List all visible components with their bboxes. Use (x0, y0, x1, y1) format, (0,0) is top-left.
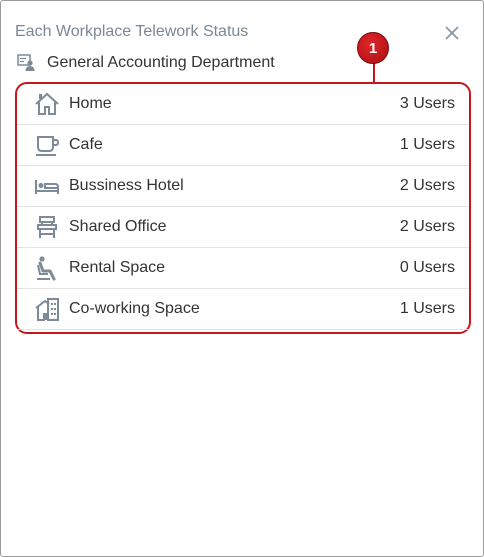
user-count: 2 Users (399, 177, 455, 194)
coworking-building-icon (33, 295, 61, 323)
user-count: 1 Users (399, 136, 455, 153)
telework-status-dialog: Each Workplace Telework Status General A… (0, 0, 484, 557)
department-icon (17, 54, 37, 72)
list-item-label: Cafe (69, 136, 103, 153)
department-name: General Accounting Department (47, 54, 275, 71)
list-item-shared-office[interactable]: Shared Office 2 Users (17, 207, 469, 248)
shared-office-icon (33, 213, 61, 241)
list-item-label: Shared Office (69, 218, 167, 235)
list-item-label: Co-working Space (69, 300, 200, 317)
list-item-home[interactable]: Home 3 Users (17, 84, 469, 125)
dialog-title: Each Workplace Telework Status (15, 23, 249, 40)
user-count: 2 Users (399, 218, 455, 235)
list-item-business-hotel[interactable]: Bussiness Hotel 2 Users (17, 166, 469, 207)
department-row: General Accounting Department (17, 53, 275, 73)
user-count: 0 Users (399, 259, 455, 276)
rental-seat-icon (33, 254, 61, 282)
list-item-coworking-space[interactable]: Co-working Space 1 Users (17, 289, 469, 330)
list-item-cafe[interactable]: Cafe 1 Users (17, 125, 469, 166)
user-count: 3 Users (399, 95, 455, 112)
close-icon[interactable] (442, 23, 462, 43)
home-icon (33, 90, 61, 118)
list-item-rental-space[interactable]: Rental Space 0 Users (17, 248, 469, 289)
list-item-label: Bussiness Hotel (69, 177, 184, 194)
cafe-icon (33, 131, 61, 159)
hotel-bed-icon (33, 172, 61, 200)
list-item-label: Rental Space (69, 259, 166, 276)
workplace-list: Home 3 Users Cafe 1 Users Bussiness Hote… (15, 82, 471, 334)
list-item-label: Home (69, 95, 112, 112)
user-count: 1 Users (399, 300, 455, 317)
callout-number-badge: 1 (357, 32, 389, 64)
